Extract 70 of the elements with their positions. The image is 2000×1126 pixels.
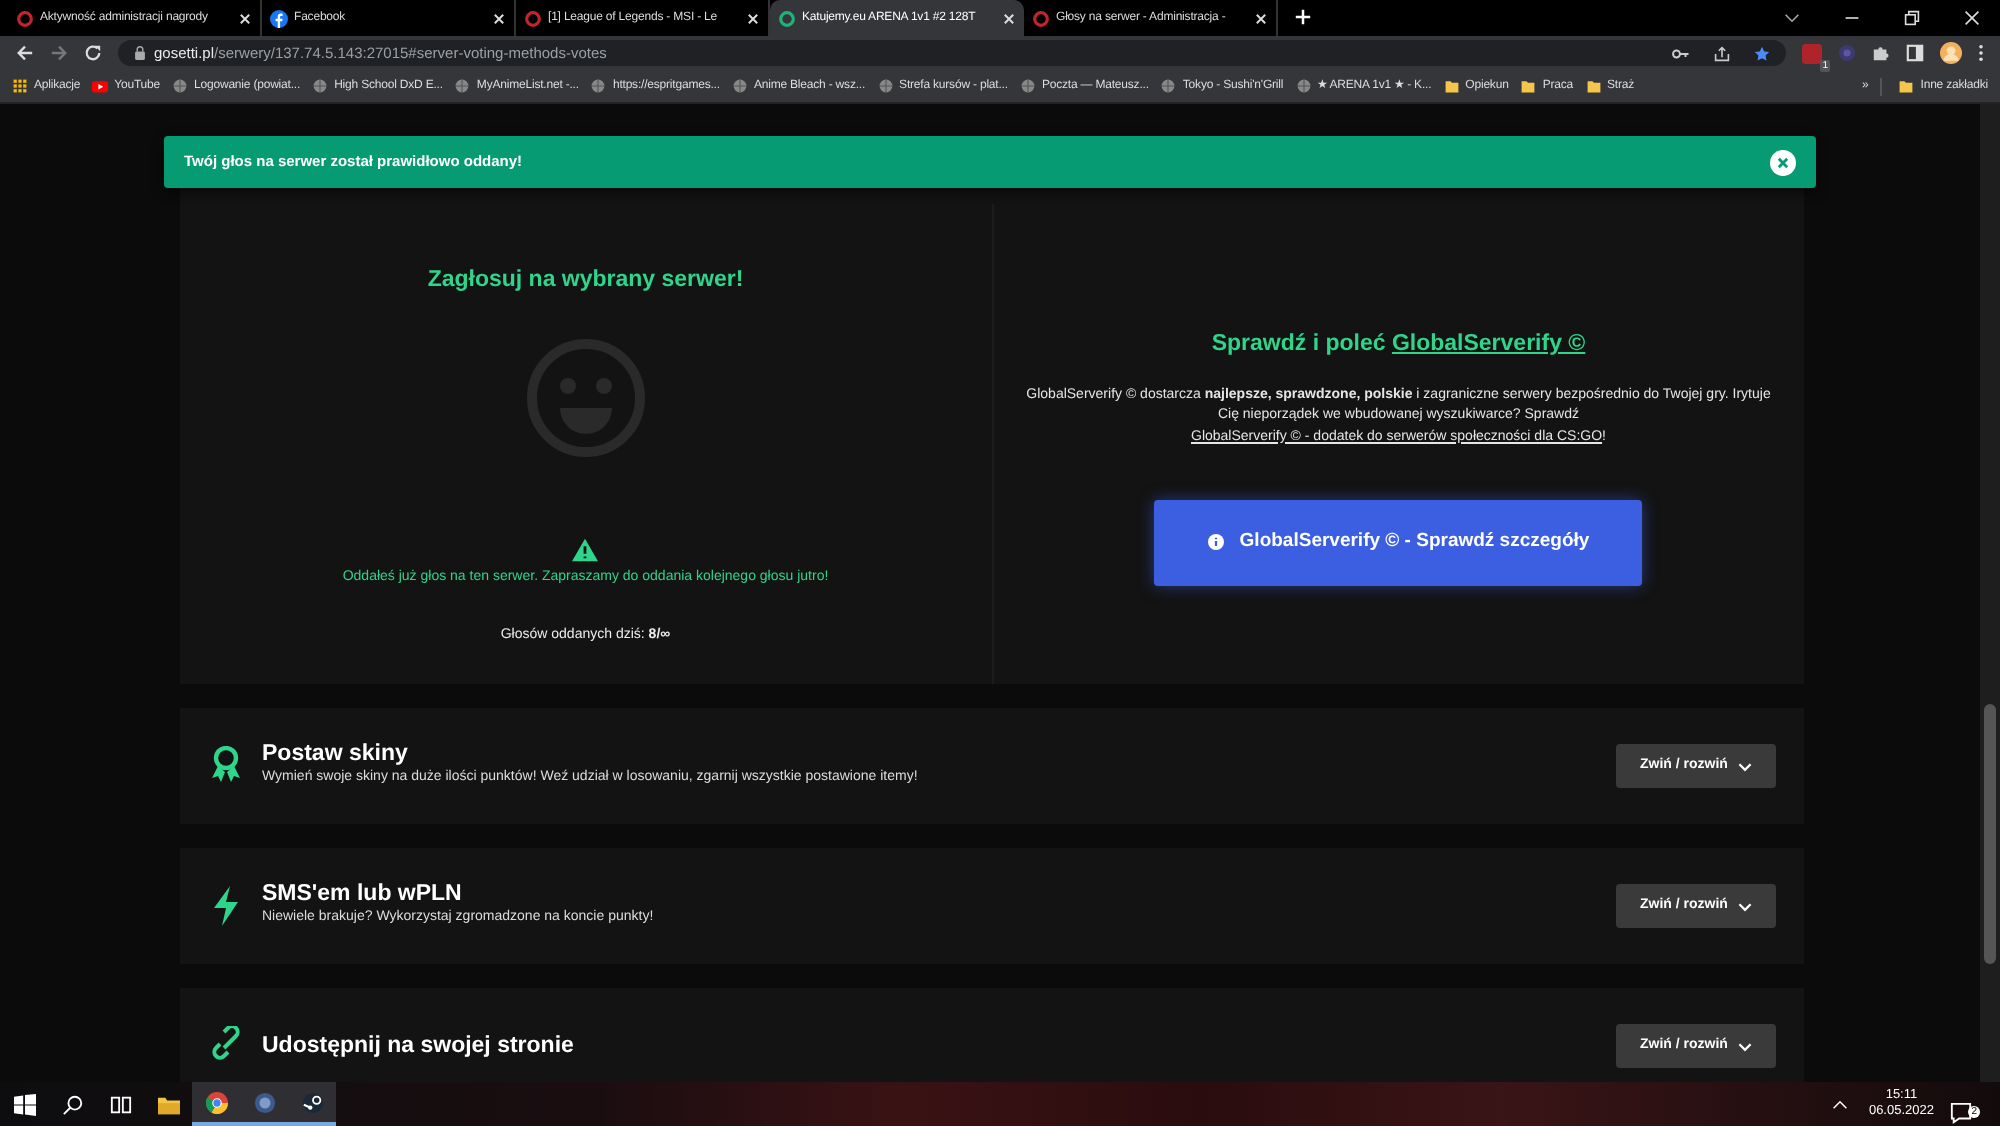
forward-icon[interactable]	[50, 44, 68, 62]
browser-button[interactable]	[192, 1082, 240, 1126]
start-icon	[13, 1093, 35, 1115]
scrollbar[interactable]	[1980, 104, 2000, 1082]
award-icon	[210, 746, 242, 786]
site-icon	[778, 9, 796, 27]
globe-icon	[1019, 78, 1036, 94]
close-icon[interactable]	[492, 11, 506, 25]
avatar-icon[interactable]	[1940, 42, 1962, 64]
close-icon[interactable]	[746, 11, 760, 25]
globe-icon	[312, 78, 329, 94]
chevron-up-icon[interactable]	[1832, 1099, 1849, 1109]
app-icon	[253, 1091, 275, 1113]
folder-icon	[1520, 78, 1537, 94]
puzzle-icon[interactable]	[1872, 44, 1890, 62]
chevron-down-icon	[1737, 901, 1752, 911]
task-view-icon	[109, 1093, 131, 1115]
globe-icon	[590, 78, 607, 94]
close-icon[interactable]	[238, 11, 252, 25]
folder-icon	[1443, 78, 1460, 94]
close-icon[interactable]	[1964, 10, 1980, 26]
warning-icon	[572, 538, 599, 563]
notification-icon	[1950, 1102, 1972, 1125]
chevron-down-icon	[1737, 1041, 1752, 1051]
promo-heading: Sprawdź i poleć	[1211, 332, 1388, 356]
search-icon	[61, 1093, 83, 1115]
section-title: SMS'em lub wPLN	[262, 882, 464, 909]
promo-link[interactable]: GlobalServerify ©	[1391, 332, 1586, 356]
globe-icon	[454, 78, 471, 94]
info-icon	[1207, 534, 1224, 551]
steam-button[interactable]	[288, 1082, 336, 1126]
close-icon[interactable]	[1002, 11, 1016, 25]
globe-icon	[1295, 78, 1312, 94]
link-icon	[210, 1026, 242, 1066]
folder-icon	[1585, 78, 1601, 94]
steam-icon	[301, 1091, 323, 1113]
globe-icon	[877, 78, 894, 94]
details-button[interactable]: GlobalServerify © - Sprawdź szczegóły	[1154, 499, 1643, 586]
section-title: Udostępnij na swojej stronie	[262, 1033, 574, 1059]
side-panel-icon[interactable]	[1906, 44, 1924, 62]
menu-icon[interactable]	[1978, 44, 1984, 62]
lock-icon	[134, 46, 146, 60]
reload-icon[interactable]	[84, 44, 102, 62]
smiley-icon	[525, 338, 646, 459]
browser-icon	[205, 1091, 227, 1113]
site-icon	[1032, 9, 1050, 27]
site-icon	[524, 9, 542, 27]
restore-icon[interactable]	[1904, 10, 1920, 26]
site-icon	[16, 9, 34, 27]
globe-icon	[1160, 78, 1177, 94]
star-icon[interactable]	[1754, 45, 1770, 61]
back-icon[interactable]	[16, 44, 34, 62]
chevron-down-icon	[1737, 761, 1752, 771]
folder-icon	[157, 1093, 179, 1115]
new-tab-icon[interactable]	[1294, 8, 1312, 26]
lightning-icon	[210, 886, 242, 926]
globe-icon	[172, 78, 189, 94]
vote-heading: Zagłosuj na wybrany serwer!	[427, 266, 744, 296]
section-title: Postaw skiny	[262, 742, 410, 769]
chevron-down-icon[interactable]	[1784, 12, 1800, 24]
close-icon[interactable]	[1254, 11, 1268, 25]
play-icon	[92, 78, 109, 94]
share-icon[interactable]	[1714, 45, 1730, 61]
apps-icon	[12, 78, 28, 94]
close-icon	[1776, 155, 1790, 169]
folder-icon	[1898, 78, 1915, 94]
site-icon	[270, 9, 288, 27]
key-icon[interactable]	[1672, 47, 1690, 59]
close-button[interactable]	[1770, 149, 1796, 175]
globe-icon	[731, 78, 748, 94]
